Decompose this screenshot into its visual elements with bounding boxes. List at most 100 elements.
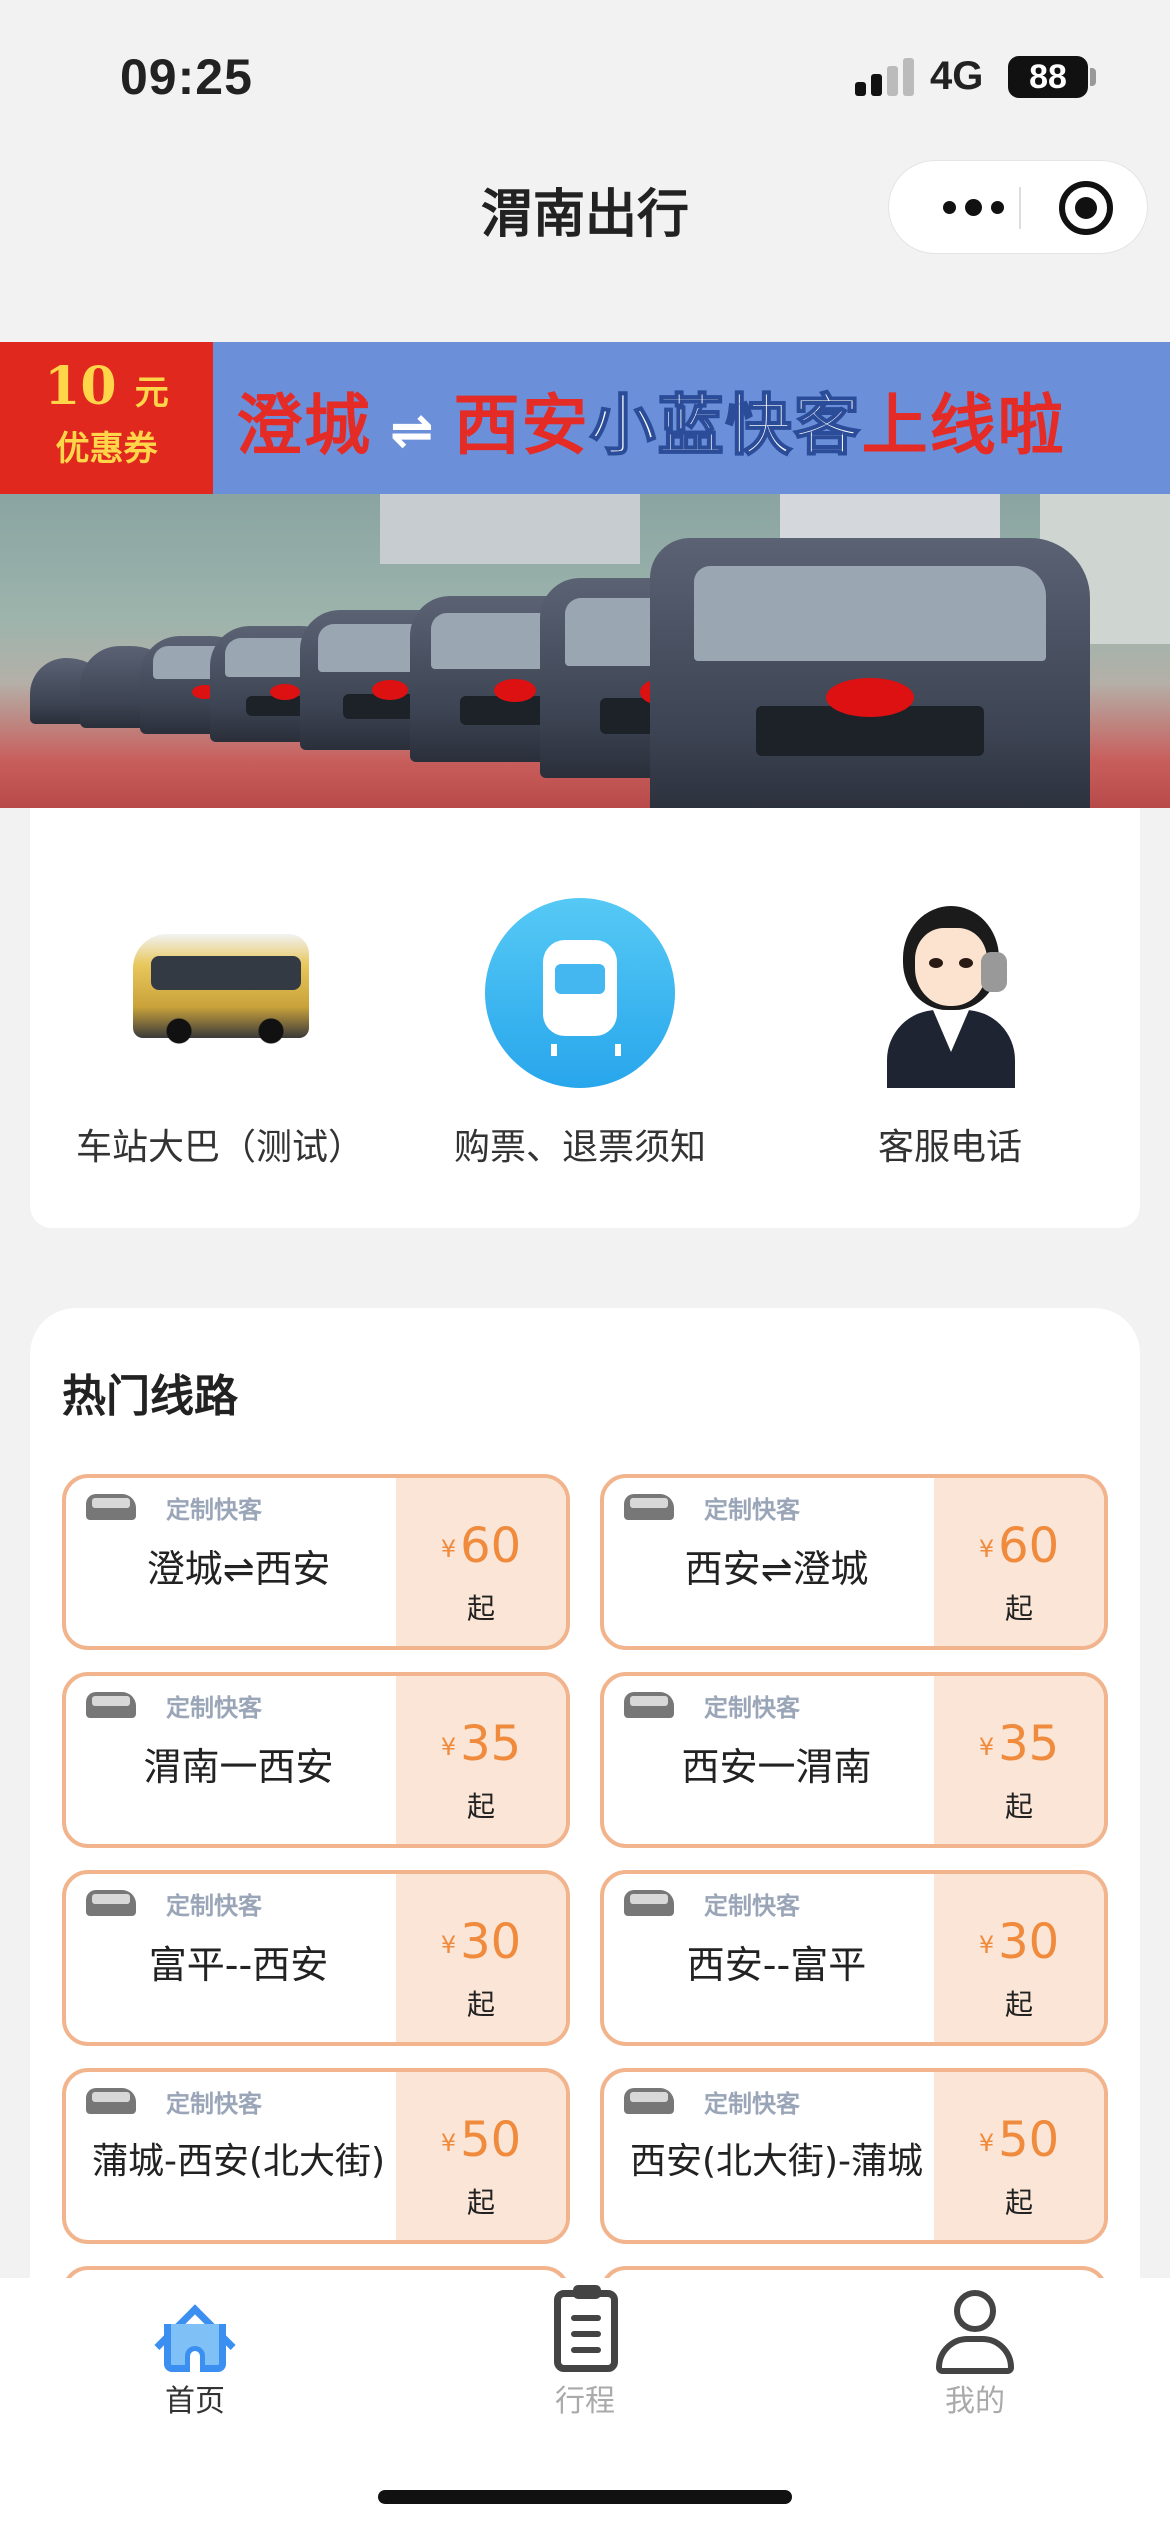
tab-label: 我的 — [945, 2384, 1005, 2419]
route-card[interactable]: 定制快客 渭南一西安 ¥35 起 — [62, 1672, 570, 1848]
van-icon — [624, 1890, 674, 1916]
route-name: 澄城⇌西安 — [146, 1547, 331, 1591]
customer-service-icon — [855, 898, 1045, 1088]
tab-home[interactable]: 首页 — [95, 2288, 295, 2420]
route-tag: 定制快客 — [166, 1694, 262, 1722]
service-label: 车站大巴（测试） — [75, 1127, 364, 1168]
price-value: 30 — [460, 1914, 522, 1970]
currency: ¥ — [440, 1931, 457, 1959]
tab-label: 行程 — [555, 2384, 615, 2419]
route-name: 西安一渭南 — [681, 1745, 872, 1789]
route-name: 西安(北大街)-蒲城 — [629, 2141, 924, 2182]
service-ticket-notice[interactable]: 购票、退票须知 — [430, 898, 730, 1170]
coupon-label: 优惠券 — [55, 429, 158, 469]
price-suffix: 起 — [1004, 1790, 1033, 1823]
price-value: 30 — [998, 1914, 1060, 1970]
status-bar: 09:25 4G 88 — [0, 0, 1170, 150]
price-suffix: 起 — [1004, 2186, 1033, 2219]
home-icon — [152, 2288, 238, 2386]
train-icon — [485, 898, 675, 1088]
price-suffix: 起 — [466, 1592, 495, 1625]
currency: ¥ — [978, 1733, 995, 1761]
route-card[interactable]: 定制快客 西安⇌澄城 ¥60 起 — [600, 1474, 1108, 1650]
route-card[interactable]: 定制快客 富平--西安 ¥30 起 — [62, 1870, 570, 2046]
price-value: 60 — [460, 1518, 522, 1574]
service-panel: 车站大巴（测试） 购票、退票须知 客服电话 — [30, 808, 1140, 1228]
currency: ¥ — [440, 1733, 457, 1761]
price-value: 50 — [460, 2112, 522, 2168]
van-icon — [86, 1692, 136, 1718]
service-bus[interactable]: 车站大巴（测试） — [70, 898, 370, 1170]
promo-banner[interactable]: 10 元 优惠券 澄城 ⇌ 西安小蓝快客上线啦 — [0, 342, 1170, 808]
banner-slogan: 澄城 ⇌ 西安小蓝快客上线啦 — [236, 372, 1066, 468]
banner-photo — [0, 494, 1170, 808]
user-icon — [932, 2288, 1018, 2374]
target-close-icon[interactable] — [1059, 181, 1113, 235]
banner-suffix: 上线啦 — [861, 387, 1066, 464]
price-value: 35 — [998, 1716, 1060, 1772]
price-suffix: 起 — [466, 2186, 495, 2219]
price-suffix: 起 — [1004, 1988, 1033, 2021]
route-name: 蒲城-西安(北大街) — [91, 2141, 386, 2182]
coupon-badge: 10 元 优惠券 — [0, 342, 213, 494]
van-icon — [86, 1890, 136, 1916]
price-box: ¥30 起 — [396, 1874, 566, 2042]
van-icon — [624, 1494, 674, 1520]
price-suffix: 起 — [466, 1988, 495, 2021]
tab-mine[interactable]: 我的 — [875, 2288, 1075, 2420]
price-box: ¥35 起 — [934, 1676, 1104, 1844]
route-card[interactable]: 定制快客 西安一渭南 ¥35 起 — [600, 1672, 1108, 1848]
battery-tip — [1090, 68, 1096, 86]
network-type: 4G — [930, 54, 984, 98]
more-dots-icon[interactable] — [929, 161, 1019, 255]
price-box: ¥35 起 — [396, 1676, 566, 1844]
price-box: ¥50 起 — [396, 2072, 566, 2240]
route-name: 西安⇌澄城 — [684, 1547, 869, 1591]
bus-icon — [125, 898, 315, 1088]
banner-highlight: 小蓝快客 — [589, 386, 862, 465]
route-card[interactable]: 定制快客 西安(北大街)-蒲城 ¥50 起 — [600, 2068, 1108, 2244]
capsule-divider — [1019, 187, 1021, 229]
van-icon — [86, 2088, 136, 2114]
banner-arrow: ⇌ — [390, 401, 436, 461]
currency: ¥ — [440, 2129, 457, 2157]
price-box: ¥60 起 — [934, 1478, 1104, 1646]
route-tag: 定制快客 — [704, 1892, 800, 1920]
route-name: 西安--富平 — [686, 1943, 867, 1987]
section-title: 热门线路 — [62, 1371, 238, 1422]
currency: ¥ — [440, 1535, 457, 1563]
service-label: 购票、退票须知 — [453, 1127, 706, 1168]
signal-icon — [855, 56, 915, 96]
van-icon — [624, 2088, 674, 2114]
trip-clipboard-icon — [542, 2285, 628, 2374]
coupon-amount: 10 — [44, 356, 117, 417]
route-tag: 定制快客 — [704, 1496, 800, 1524]
route-card[interactable]: 定制快客 澄城⇌西安 ¥60 起 — [62, 1474, 570, 1650]
status-time: 09:25 — [120, 49, 253, 105]
route-name: 渭南一西安 — [143, 1745, 334, 1789]
van-icon — [624, 1692, 674, 1718]
price-value: 60 — [998, 1518, 1060, 1574]
route-name: 富平--西安 — [148, 1943, 329, 1987]
route-tag: 定制快客 — [704, 1694, 800, 1722]
banner-from: 澄城 — [236, 387, 372, 464]
currency: ¥ — [978, 1535, 995, 1563]
price-value: 50 — [998, 2112, 1060, 2168]
coupon-unit: 元 — [134, 373, 169, 413]
banner-header: 10 元 优惠券 澄城 ⇌ 西安小蓝快客上线啦 — [0, 342, 1170, 494]
price-box: ¥30 起 — [934, 1874, 1104, 2042]
service-customer-phone[interactable]: 客服电话 — [800, 898, 1100, 1170]
service-label: 客服电话 — [877, 1127, 1022, 1168]
battery-icon: 88 — [1008, 56, 1088, 98]
route-card[interactable]: 定制快客 蒲城-西安(北大街) ¥50 起 — [62, 2068, 570, 2244]
price-suffix: 起 — [1004, 1592, 1033, 1625]
banner-to: 西安 — [453, 387, 590, 464]
currency: ¥ — [978, 2129, 995, 2157]
van-icon — [86, 1494, 136, 1520]
home-indicator — [378, 2490, 792, 2504]
price-value: 35 — [460, 1716, 522, 1772]
route-tag: 定制快客 — [166, 1892, 262, 1920]
tab-trip[interactable]: 行程 — [485, 2285, 685, 2420]
route-card[interactable]: 定制快客 西安--富平 ¥30 起 — [600, 1870, 1108, 2046]
route-tag: 定制快客 — [166, 1496, 262, 1524]
